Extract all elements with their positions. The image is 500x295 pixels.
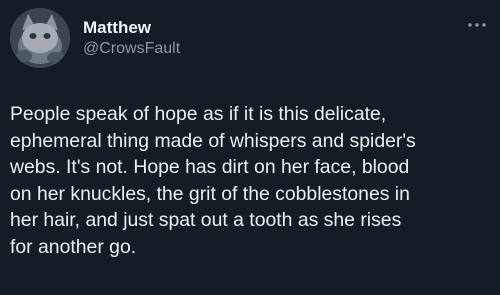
- avatar[interactable]: [10, 8, 70, 68]
- tweet-text: People speak of hope as if it is this de…: [10, 103, 416, 258]
- author-names: Matthew @CrowsFault: [83, 18, 180, 59]
- tweet-header: Matthew @CrowsFault: [10, 8, 490, 68]
- tweet-card: Matthew @CrowsFault People speak of hope…: [0, 0, 500, 295]
- cat-avatar-icon: [10, 8, 70, 68]
- display-name[interactable]: Matthew: [83, 18, 180, 38]
- more-dots-icon[interactable]: [466, 18, 488, 30]
- user-handle[interactable]: @CrowsFault: [83, 39, 180, 59]
